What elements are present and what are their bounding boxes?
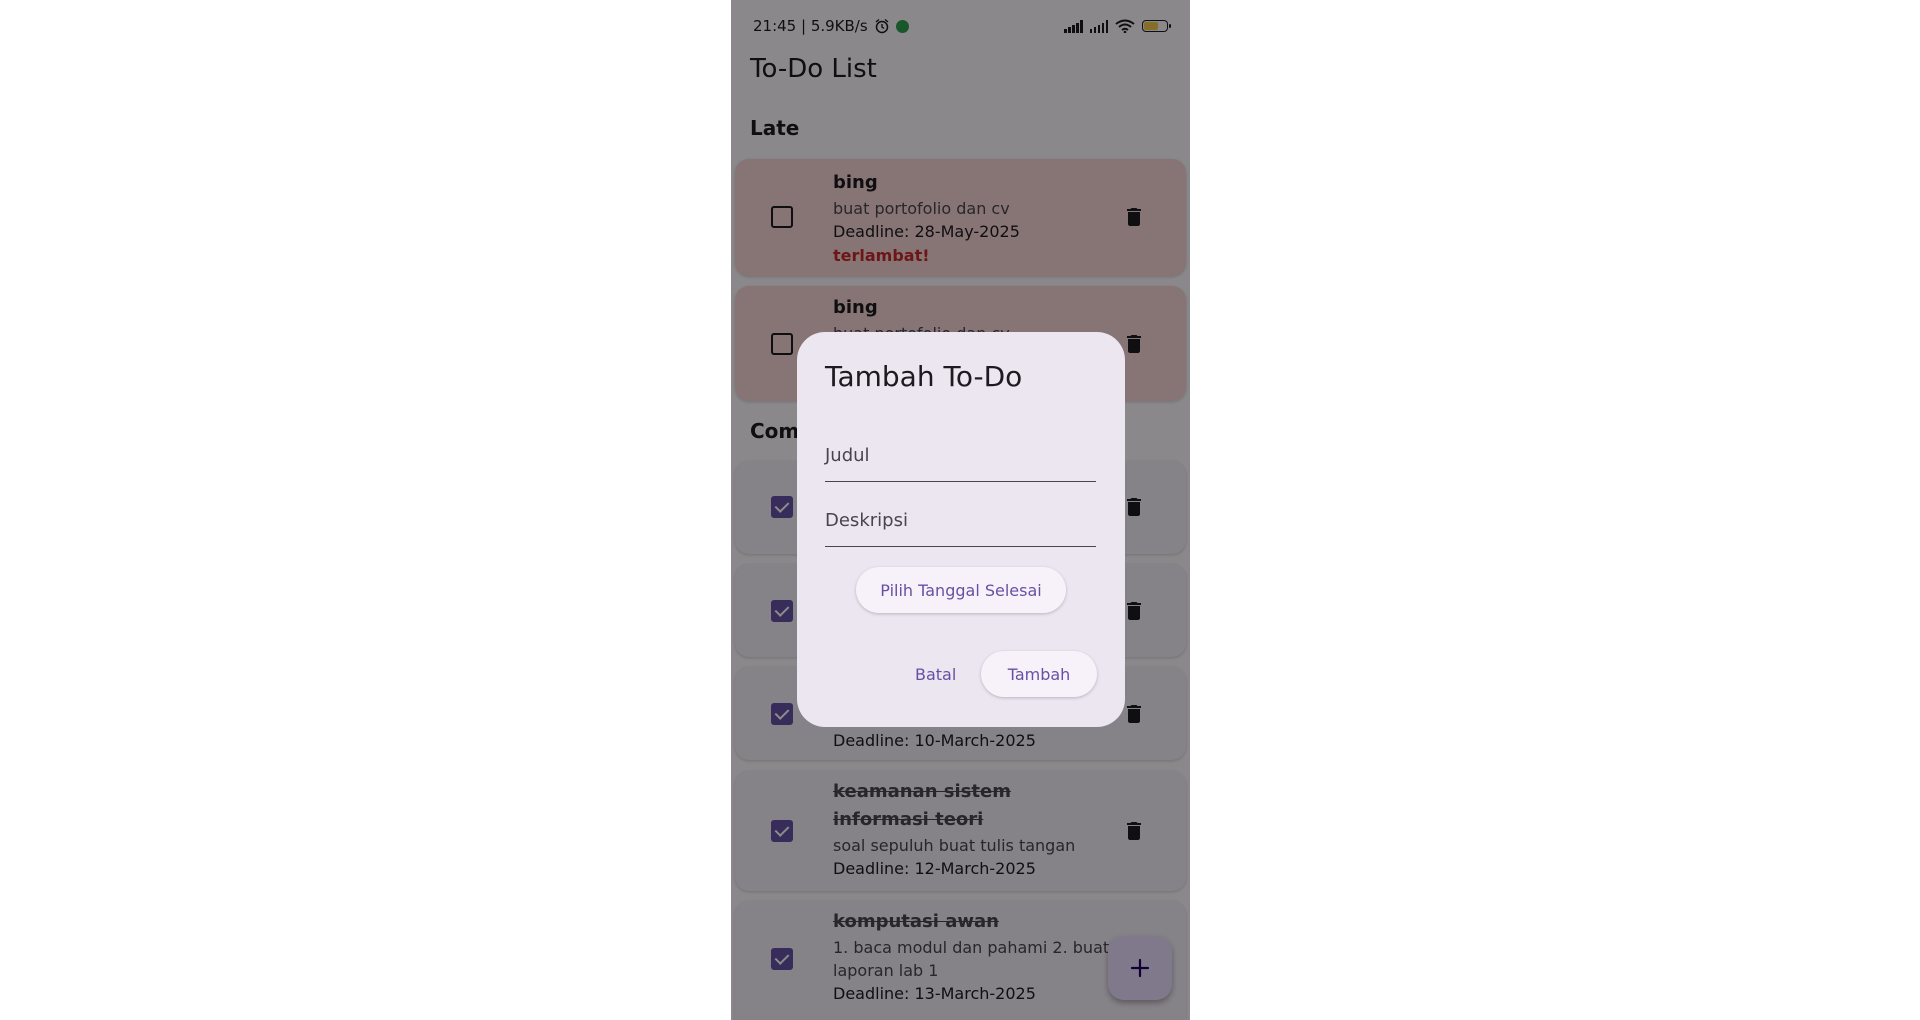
title-input-placeholder: Judul <box>825 445 870 466</box>
pick-date-label: Pilih Tanggal Selesai <box>880 580 1042 600</box>
cancel-button[interactable]: Batal <box>915 665 956 684</box>
phone-screen: 21:45 | 5.9KB/s To-Do List Late bing bua… <box>731 0 1190 1020</box>
add-todo-dialog: Tambah To-Do Judul Deskripsi Pilih Tangg… <box>797 332 1125 727</box>
add-button[interactable]: Tambah <box>981 651 1097 697</box>
description-input[interactable]: Deskripsi <box>825 498 1096 547</box>
cancel-button-label: Batal <box>915 665 957 684</box>
title-input[interactable]: Judul <box>825 433 1096 482</box>
add-button-label: Tambah <box>1007 664 1071 684</box>
dialog-title: Tambah To-Do <box>825 360 1023 393</box>
description-input-placeholder: Deskripsi <box>825 510 908 531</box>
pick-date-button[interactable]: Pilih Tanggal Selesai <box>856 567 1066 613</box>
